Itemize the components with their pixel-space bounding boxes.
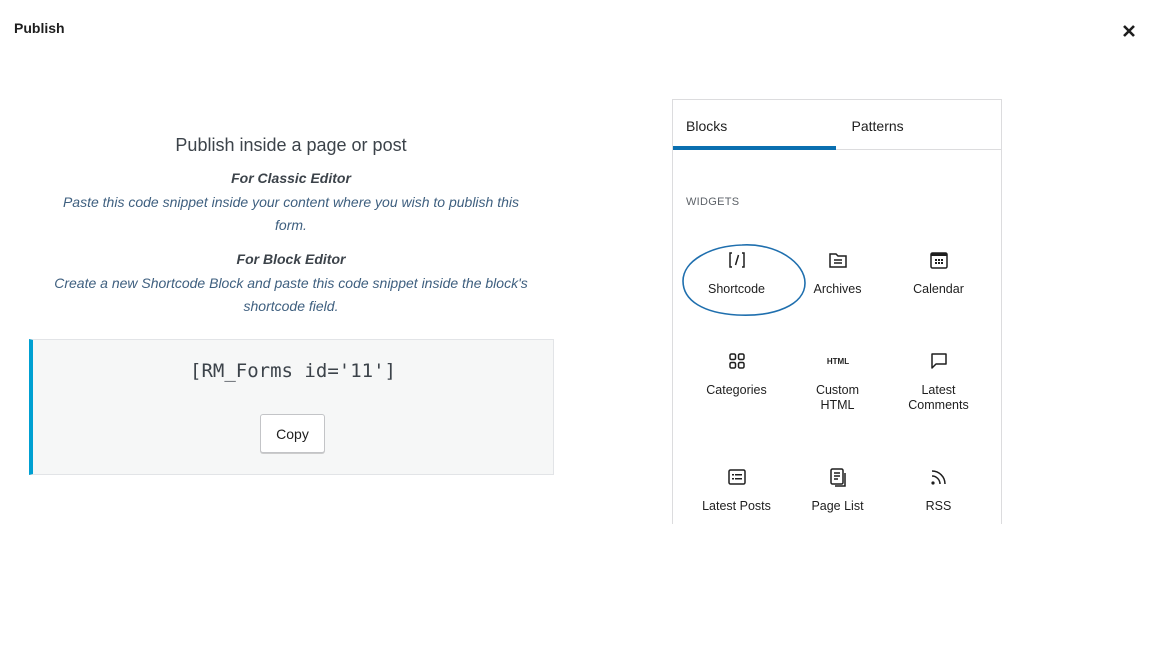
close-icon [1123,25,1135,37]
block-item-categories[interactable]: Categories [686,339,787,455]
archive-icon [828,253,847,268]
html-icon: HTML [826,357,848,366]
block-label: RSS [925,499,952,513]
block-label: Latest Comments [908,383,969,412]
block-label: Calendar [913,282,964,296]
block-item-rss[interactable]: RSS [888,455,989,524]
block-item-latest-comments[interactable]: Latest Comments [888,339,989,455]
block-item-archives[interactable]: Archives [787,238,888,339]
rss-icon [930,470,946,485]
block-item-shortcode[interactable]: Shortcode [686,238,787,339]
publish-instructions: Publish inside a page or post For Classi… [29,130,553,318]
copy-button[interactable]: Copy [260,414,325,453]
shortcode-icon [728,252,745,268]
tab-blocks[interactable]: Blocks [673,100,836,150]
classic-editor-description: Paste this code snippet inside your cont… [62,194,520,233]
block-label: Archives [813,282,862,296]
block-grid: Shortcode Archives Calendar Categories H… [686,238,1001,524]
block-inserter: Blocks Patterns WIDGETS Shortcode Archiv… [672,99,1002,524]
comment-icon [930,353,947,369]
close-button[interactable] [1118,20,1140,42]
shortcode-box: [RM_Forms id='11'] Copy [29,339,554,475]
shortcode-text[interactable]: [RM_Forms id='11'] [33,360,553,382]
post-list-icon [727,469,746,485]
block-label: Custom HTML [815,383,860,412]
block-editor-title: For Block Editor [236,251,346,267]
page-list-icon [829,468,846,487]
section-heading: Publish inside a page or post [175,135,407,155]
modal-title: Publish [14,20,65,36]
tab-patterns[interactable]: Patterns [836,100,1002,149]
block-label: Page List [811,499,864,513]
inserter-tabs: Blocks Patterns [673,100,1001,150]
block-item-calendar[interactable]: Calendar [888,238,989,339]
block-label: Shortcode [708,282,765,296]
calendar-icon [929,252,948,269]
block-editor-description: Create a new Shortcode Block and paste t… [54,275,528,314]
block-label: Latest Posts [702,499,771,513]
block-item-page-list[interactable]: Page List [787,455,888,524]
svg-text:HTML: HTML [826,357,848,366]
block-item-latest-posts[interactable]: Latest Posts [686,455,787,524]
widgets-section-label: WIDGETS [686,196,740,208]
block-item-custom-html[interactable]: HTML Custom HTML [787,339,888,455]
block-label: Categories [706,383,767,397]
categories-icon [728,353,745,369]
classic-editor-title: For Classic Editor [231,170,351,186]
